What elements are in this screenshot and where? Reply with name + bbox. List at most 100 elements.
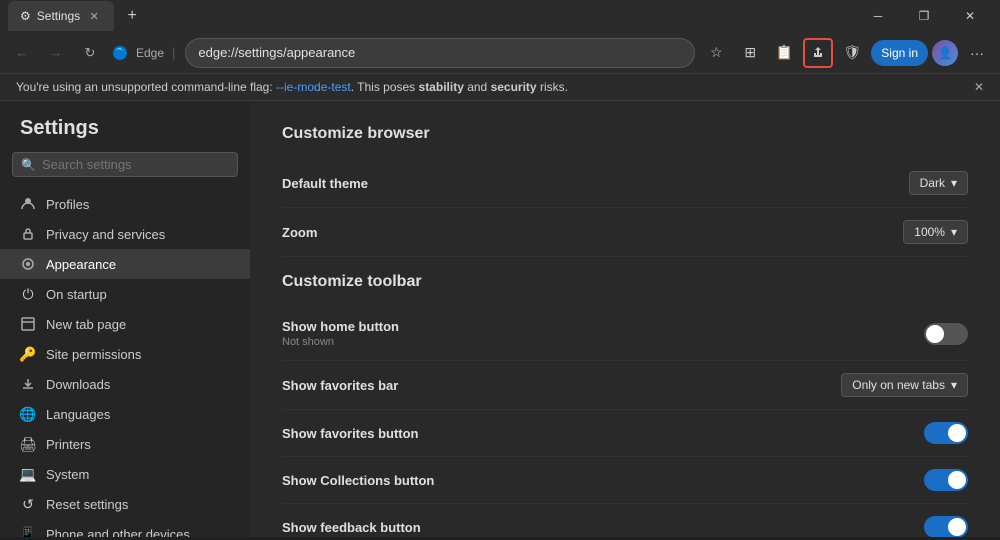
home-button-row: Show home button Not shown [282, 307, 968, 361]
sidebar-item-reset[interactable]: ↺ Reset settings [0, 489, 250, 519]
tab-close-button[interactable]: ✕ [86, 8, 102, 24]
favorites-bar-chevron-icon: ▾ [951, 378, 957, 392]
minimize-button[interactable]: ─ [856, 0, 900, 32]
forward-button[interactable]: → [42, 39, 70, 67]
appearance-icon [20, 256, 36, 272]
sidebar-item-startup[interactable]: ⏻ On startup [0, 279, 250, 309]
languages-icon: 🌐 [20, 406, 36, 422]
home-button-toggle[interactable] [924, 323, 968, 345]
downloads-label: Downloads [46, 377, 110, 392]
new-tab-button[interactable]: + [118, 2, 146, 30]
close-button[interactable]: ✕ [948, 0, 992, 32]
avatar[interactable]: 👤 [932, 40, 958, 66]
theme-select[interactable]: Dark ▾ [909, 171, 968, 195]
zoom-setting-row: Zoom 100% ▾ [282, 208, 968, 257]
tab-settings-icon: ⚙ [20, 9, 31, 23]
warning-text: You're using an unsupported command-line… [16, 80, 568, 94]
reset-label: Reset settings [46, 497, 128, 512]
toolbar-icons: ☆ ⊞ 📋 🛡 Sign in 👤 ··· [701, 38, 992, 68]
toolbar-section-title: Customize toolbar [282, 273, 968, 291]
back-button[interactable]: ← [8, 39, 36, 67]
profiles-icon [20, 196, 36, 212]
chevron-down-icon: ▾ [951, 176, 957, 190]
share-icon[interactable] [803, 38, 833, 68]
zoom-select[interactable]: 100% ▾ [903, 220, 968, 244]
reset-icon: ↺ [20, 496, 36, 512]
startup-label: On startup [46, 287, 107, 302]
title-bar: ⚙ Settings ✕ + ─ ❐ ✕ [0, 0, 1000, 32]
sidebar-item-appearance[interactable]: Appearance [0, 249, 250, 279]
refresh-button[interactable]: ↻ [76, 39, 104, 67]
content-area: Customize browser Default theme Dark ▾ Z… [250, 101, 1000, 537]
feedback-button-row: Show feedback button [282, 504, 968, 537]
tab-area: ⚙ Settings ✕ + [8, 1, 848, 31]
signin-button[interactable]: Sign in [871, 40, 928, 66]
search-input[interactable] [42, 157, 229, 172]
warning-flag: --ie-mode-test [276, 80, 351, 94]
phone-label: Phone and other devices [46, 527, 190, 538]
profiles-label: Profiles [46, 197, 89, 212]
privacy-label: Privacy and services [46, 227, 165, 242]
collections-icon[interactable]: ⊞ [735, 38, 765, 68]
system-icon: 💻 [20, 466, 36, 482]
sidebar-title: Settings [0, 117, 250, 152]
tab-settings-label: Settings [37, 9, 80, 23]
favorites-bar-select[interactable]: Only on new tabs ▾ [841, 373, 968, 397]
favorites-bar-info: Show favorites bar [282, 378, 398, 393]
warning-close-button[interactable]: ✕ [974, 80, 984, 94]
stability-text: stability [419, 80, 464, 94]
sidebar-item-profiles[interactable]: Profiles [0, 189, 250, 219]
section-divider [282, 257, 968, 273]
newtab-icon [20, 316, 36, 332]
zoom-label: Zoom [282, 225, 317, 240]
more-options-icon[interactable]: ··· [962, 38, 992, 68]
window-controls: ─ ❐ ✕ [856, 0, 992, 32]
home-button-info: Show home button Not shown [282, 319, 399, 348]
sidebar: Settings 🔍 Profiles Privacy and services… [0, 101, 250, 537]
sidebar-item-newtab[interactable]: New tab page [0, 309, 250, 339]
sidebar-item-phone[interactable]: 📱 Phone and other devices [0, 519, 250, 537]
settings-tab[interactable]: ⚙ Settings ✕ [8, 1, 114, 31]
favorites-icon[interactable]: ☆ [701, 38, 731, 68]
security-text: security [491, 80, 537, 94]
collections-button-row: Show Collections button [282, 457, 968, 504]
sidebar-item-printers[interactable]: 🖨 Printers [0, 429, 250, 459]
address-input[interactable] [185, 38, 695, 68]
collections-button-info: Show Collections button [282, 473, 434, 488]
restore-button[interactable]: ❐ [902, 0, 946, 32]
startup-icon: ⏻ [20, 286, 36, 302]
sidebar-item-downloads[interactable]: Downloads [0, 369, 250, 399]
downloads-icon [20, 376, 36, 392]
favorites-button-row: Show favorites button [282, 410, 968, 457]
search-box[interactable]: 🔍 [12, 152, 238, 177]
warning-bar: You're using an unsupported command-line… [0, 74, 1000, 101]
system-label: System [46, 467, 89, 482]
sidebar-item-system[interactable]: 💻 System [0, 459, 250, 489]
privacy-icon [20, 226, 36, 242]
browser-section-title: Customize browser [282, 125, 968, 143]
reading-list-icon[interactable]: 📋 [769, 38, 799, 68]
browser-essentials-icon[interactable]: 🛡 [837, 38, 867, 68]
theme-setting-row: Default theme Dark ▾ [282, 159, 968, 208]
printers-icon: 🖨 [20, 436, 36, 452]
sidebar-item-privacy[interactable]: Privacy and services [0, 219, 250, 249]
url-separator: | [172, 45, 175, 60]
edge-label: Edge [136, 46, 164, 60]
languages-label: Languages [46, 407, 110, 422]
sidebar-item-permissions[interactable]: 🔑 Site permissions [0, 339, 250, 369]
favorites-bar-row: Show favorites bar Only on new tabs ▾ [282, 361, 968, 410]
favorites-button-toggle[interactable] [924, 422, 968, 444]
edge-logo [110, 43, 130, 63]
chevron-down-icon2: ▾ [951, 225, 957, 239]
feedback-button-info: Show feedback button [282, 520, 421, 535]
feedback-button-toggle[interactable] [924, 516, 968, 537]
permissions-icon: 🔑 [20, 346, 36, 362]
sidebar-item-languages[interactable]: 🌐 Languages [0, 399, 250, 429]
favorites-button-info: Show favorites button [282, 426, 419, 441]
phone-icon: 📱 [20, 526, 36, 537]
address-bar: ← → ↻ Edge | ☆ ⊞ 📋 🛡 Sign in 👤 ··· [0, 32, 1000, 74]
main-layout: Settings 🔍 Profiles Privacy and services… [0, 101, 1000, 537]
collections-button-toggle[interactable] [924, 469, 968, 491]
theme-label: Default theme [282, 176, 368, 191]
search-icon: 🔍 [21, 158, 36, 172]
